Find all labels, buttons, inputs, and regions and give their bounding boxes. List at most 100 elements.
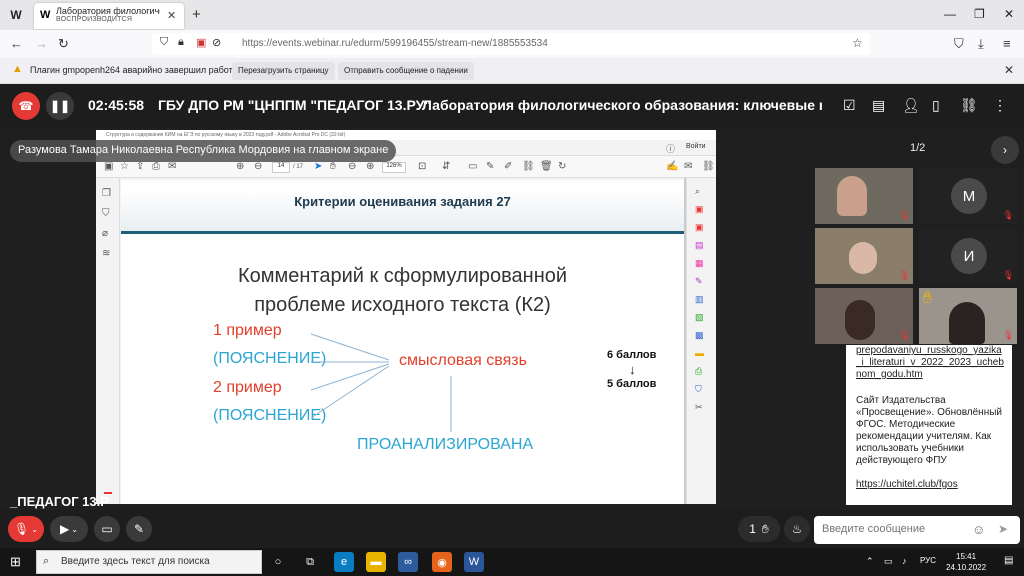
word-icon[interactable]: W bbox=[464, 552, 484, 572]
raised-hands-button[interactable]: 1 ✋︎ bbox=[738, 516, 780, 542]
bookmark-star-icon[interactable]: ☆ bbox=[852, 36, 863, 50]
app-logo[interactable]: W bbox=[0, 0, 32, 30]
print-icon[interactable]: ⎙ bbox=[152, 161, 160, 172]
share-mail-icon[interactable]: ✉ bbox=[684, 161, 692, 172]
notifications-icon[interactable]: ▤ bbox=[1004, 555, 1013, 566]
mail-icon[interactable]: ✉ bbox=[168, 161, 176, 172]
save-icon[interactable]: ▣ bbox=[104, 161, 113, 172]
webinar-app-icon[interactable]: ∞ bbox=[398, 552, 418, 572]
chat-link-1[interactable]: prepodavaniyu_russkogo_yazika_i_literatu… bbox=[856, 345, 1006, 381]
pen-icon[interactable]: ✎ bbox=[486, 161, 494, 172]
scroll-mode-icon[interactable]: ⇵ bbox=[442, 161, 450, 172]
highlight-icon[interactable]: ✐ bbox=[504, 161, 512, 172]
fill-sign-icon[interactable]: ✎ bbox=[695, 276, 703, 287]
network-icon[interactable]: ▭ bbox=[884, 556, 893, 567]
layers-icon[interactable]: ≋ bbox=[102, 248, 110, 259]
checklist-icon[interactable]: ☑ bbox=[843, 97, 856, 114]
stamp-icon[interactable]: ▬ bbox=[695, 348, 704, 358]
lock-icon[interactable]: 🔒︎ bbox=[178, 36, 184, 49]
downloads-icon[interactable]: ⤓ bbox=[978, 36, 984, 52]
screen-share-button[interactable]: ▭ bbox=[94, 516, 120, 542]
notification-close-icon[interactable]: ✕ bbox=[1004, 63, 1014, 77]
new-tab-icon[interactable]: + bbox=[192, 6, 201, 23]
address-bar[interactable]: ⛉ 🔒︎ ▣ ⊘ https://events.webinar.ru/edurm… bbox=[152, 33, 870, 55]
taskbar-clock[interactable]: 15:41 24.10.2022 bbox=[946, 551, 986, 573]
link-tool-icon[interactable]: ⛓ bbox=[522, 161, 535, 172]
participant-tile-4[interactable]: И 🎙︎ bbox=[919, 228, 1017, 284]
bookmarks-icon[interactable]: ⛉ bbox=[102, 208, 110, 219]
participant-tile-3[interactable]: 🎙︎ bbox=[815, 228, 913, 284]
zoom-out-icon[interactable]: ⊖ bbox=[348, 161, 356, 172]
volume-icon[interactable]: ♪ bbox=[902, 556, 907, 566]
participant-tile-5[interactable]: 🎙︎ bbox=[815, 288, 913, 344]
chat-icon[interactable]: ▤ bbox=[872, 97, 885, 114]
rotate-icon[interactable]: ↻ bbox=[558, 161, 566, 172]
more-icon[interactable]: ⋮ bbox=[993, 97, 1007, 114]
forward-icon[interactable]: → bbox=[35, 36, 48, 51]
bookmark-icon[interactable]: ☆ bbox=[120, 161, 129, 172]
delete-icon[interactable]: 🗑︎ bbox=[540, 161, 553, 172]
reload-page-button[interactable]: Перезагрузить страницу bbox=[232, 62, 335, 80]
zoom-field[interactable]: 126% bbox=[382, 162, 406, 173]
taskbar-search[interactable]: ⌕ Введите здесь текст для поиска bbox=[36, 550, 262, 574]
camera-permission-icon[interactable]: ▣ bbox=[196, 36, 206, 49]
zoom-in-icon[interactable]: ⊕ bbox=[366, 161, 374, 172]
window-close-icon[interactable]: ✕ bbox=[1004, 7, 1014, 21]
edit-pdf-icon[interactable]: ▤ bbox=[695, 240, 704, 251]
emoji-icon[interactable]: ☺ bbox=[972, 522, 985, 537]
participants-next-button[interactable]: › bbox=[991, 136, 1019, 164]
report-crash-button[interactable]: Отправить сообщение о падении bbox=[338, 62, 474, 80]
participant-tile-2[interactable]: М 🎙︎ bbox=[919, 168, 1017, 224]
print-production-icon[interactable]: ⎙ bbox=[695, 366, 702, 377]
pocket-icon[interactable]: ⛉ bbox=[954, 36, 964, 52]
upload-icon[interactable]: ⇪ bbox=[136, 161, 144, 172]
cursor-icon[interactable]: ➤ bbox=[314, 161, 322, 172]
document-icon[interactable]: ▯ bbox=[932, 97, 940, 114]
windows-start-icon[interactable]: ⊞ bbox=[10, 554, 21, 570]
search-icon[interactable]: ⌕ bbox=[695, 186, 700, 197]
fit-page-icon[interactable]: ⊡ bbox=[418, 161, 426, 172]
language-indicator[interactable]: РУС bbox=[920, 556, 936, 565]
send-icon[interactable]: ➤ bbox=[998, 522, 1008, 536]
reaction-button[interactable]: ♨ bbox=[784, 516, 810, 542]
scan-icon[interactable]: ▧ bbox=[695, 312, 704, 323]
mic-permission-icon[interactable]: ⊘ bbox=[212, 36, 221, 49]
menu-icon[interactable]: ≡ bbox=[1003, 36, 1011, 51]
tray-chevron-icon[interactable]: ⌃ bbox=[866, 556, 874, 567]
page-up-icon[interactable]: ⊕ bbox=[236, 161, 244, 172]
create-pdf-icon[interactable]: ▣ bbox=[695, 222, 704, 233]
shield-icon[interactable]: ⛉ bbox=[160, 36, 168, 49]
shield-tool-icon[interactable]: ⛉ bbox=[695, 384, 702, 395]
chat-link-2[interactable]: https://uchitel.club/fgos bbox=[856, 479, 1006, 491]
tab-close-icon[interactable]: ✕ bbox=[167, 9, 176, 22]
link-icon[interactable]: ⛓ bbox=[960, 97, 978, 114]
participants-icon[interactable]: 👤︎ bbox=[902, 97, 920, 114]
comment-tool-icon[interactable]: ▦ bbox=[695, 258, 704, 269]
help-icon[interactable]: ⓘ bbox=[666, 142, 675, 155]
chat-input[interactable] bbox=[822, 523, 972, 535]
organize-icon[interactable]: ▥ bbox=[695, 294, 704, 305]
participant-tile-1[interactable]: 🎙︎ bbox=[815, 168, 913, 224]
protect-icon[interactable]: ▩ bbox=[695, 330, 704, 341]
page-number-field[interactable]: 14 bbox=[272, 162, 290, 173]
mic-toggle-button[interactable]: 🎙︎ ⌄ bbox=[8, 516, 44, 542]
participant-tile-6[interactable]: ✋︎ 🎙︎ bbox=[919, 288, 1017, 344]
minimize-icon[interactable]: — bbox=[944, 7, 956, 21]
cortana-icon[interactable]: ○ bbox=[268, 552, 288, 572]
task-view-icon[interactable]: ⧉ bbox=[300, 552, 320, 572]
pause-button[interactable]: ❚❚ bbox=[46, 92, 74, 120]
sign-icon[interactable]: ✍ bbox=[666, 161, 678, 172]
export-pdf-icon[interactable]: ▣ bbox=[695, 204, 704, 215]
camera-toggle-button[interactable]: ▶ ⌄ bbox=[50, 516, 88, 542]
tools-button[interactable]: ✎ bbox=[126, 516, 152, 542]
explorer-icon[interactable]: ▬ bbox=[366, 552, 386, 572]
browser-tab-active[interactable]: W Лаборатория филологическо ВОСПРОИЗВОДИ… bbox=[34, 3, 184, 29]
comment-icon[interactable]: ▭ bbox=[468, 161, 477, 172]
back-icon[interactable]: ← bbox=[10, 36, 23, 51]
reload-icon[interactable]: ↻ bbox=[58, 36, 69, 52]
sign-in-link[interactable]: Войти bbox=[686, 143, 706, 150]
restore-icon[interactable]: ❐ bbox=[974, 7, 985, 21]
firefox-icon[interactable]: ◉ bbox=[432, 552, 452, 572]
end-call-button[interactable]: ☎ bbox=[12, 92, 40, 120]
more-tools-icon[interactable]: ✂ bbox=[695, 402, 703, 413]
